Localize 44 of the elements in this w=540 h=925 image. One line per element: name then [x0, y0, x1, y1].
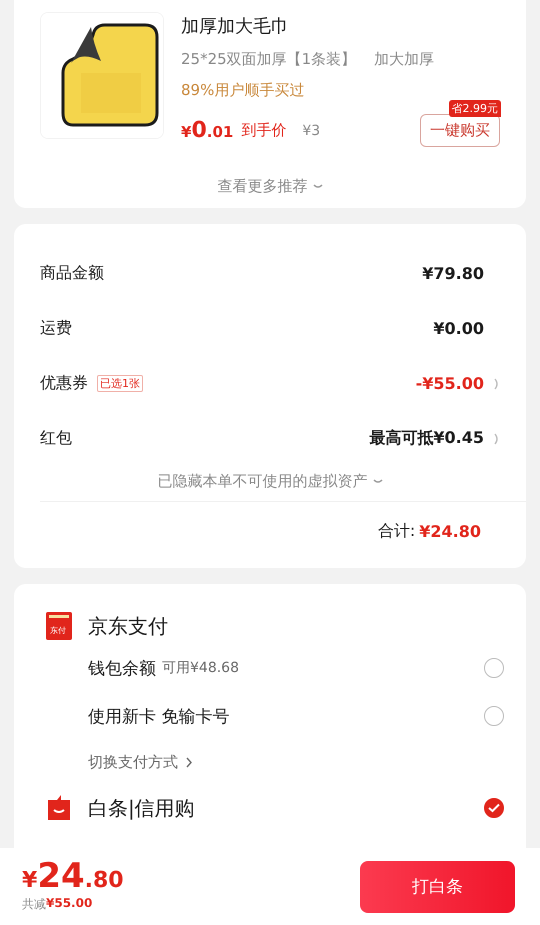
- summary-value: ¥0.00: [433, 319, 484, 338]
- chevron-down-icon: [312, 184, 322, 190]
- product-spec: 25*25双面加厚【1条装】: [181, 50, 356, 69]
- check-icon: [488, 803, 500, 813]
- icon-label: 东付: [50, 626, 66, 636]
- total-price: ¥24.80: [22, 860, 124, 896]
- saved-label: 共减: [22, 896, 46, 912]
- payment-option[interactable]: 钱包余额: [88, 656, 156, 680]
- save-badge: 省2.99元: [448, 100, 501, 117]
- product-price: ¥0.01: [181, 118, 234, 143]
- summary-label: 红包: [40, 428, 72, 449]
- chevron-right-icon: [494, 378, 500, 390]
- pay-button[interactable]: 打白条: [360, 860, 515, 912]
- option-detail: 可用¥48.68: [162, 659, 239, 677]
- saved-amount: ¥55.00: [46, 896, 92, 912]
- summary-label: 商品金额: [40, 263, 104, 284]
- chevron-right-icon: [494, 432, 500, 444]
- wallet-icon: [46, 612, 72, 640]
- product-title: 加厚加大毛巾: [181, 15, 290, 39]
- payment-group-title[interactable]: 白条|信用购: [88, 794, 195, 822]
- chevron-down-icon: [372, 478, 382, 484]
- total-value: ¥24.80: [419, 522, 481, 540]
- social-proof: 89%用户顺手买过: [181, 81, 306, 100]
- more-link[interactable]: 查看更多推荐: [218, 177, 308, 196]
- chevron-right-icon: [186, 756, 192, 768]
- summary-value[interactable]: -¥55.00: [416, 374, 484, 393]
- summary-label: 优惠券: [40, 373, 88, 394]
- summary-value: ¥79.80: [422, 264, 484, 283]
- price-label: 到手价: [241, 121, 286, 140]
- total-label: 合计:: [378, 520, 416, 542]
- coupon-tag: 已选1张: [97, 375, 143, 392]
- payment-option[interactable]: 使用新卡 免输卡号: [88, 704, 230, 728]
- summary-value[interactable]: 最高可抵¥0.45: [369, 428, 484, 449]
- radio-button[interactable]: [484, 658, 504, 678]
- bag-icon: [46, 794, 72, 822]
- buy-button[interactable]: 一键购买: [420, 114, 500, 147]
- radio-button[interactable]: [484, 798, 504, 818]
- original-price: ¥3: [302, 122, 320, 138]
- summary-label: 运费: [40, 318, 72, 339]
- switch-payment-link[interactable]: 切换支付方式: [88, 752, 178, 772]
- radio-button[interactable]: [484, 706, 504, 726]
- product-spec: 加大加厚: [374, 50, 434, 69]
- hidden-assets-note[interactable]: 已隐藏本单不可使用的虚拟资产: [158, 472, 368, 491]
- payment-group-title[interactable]: 京东支付: [88, 612, 168, 640]
